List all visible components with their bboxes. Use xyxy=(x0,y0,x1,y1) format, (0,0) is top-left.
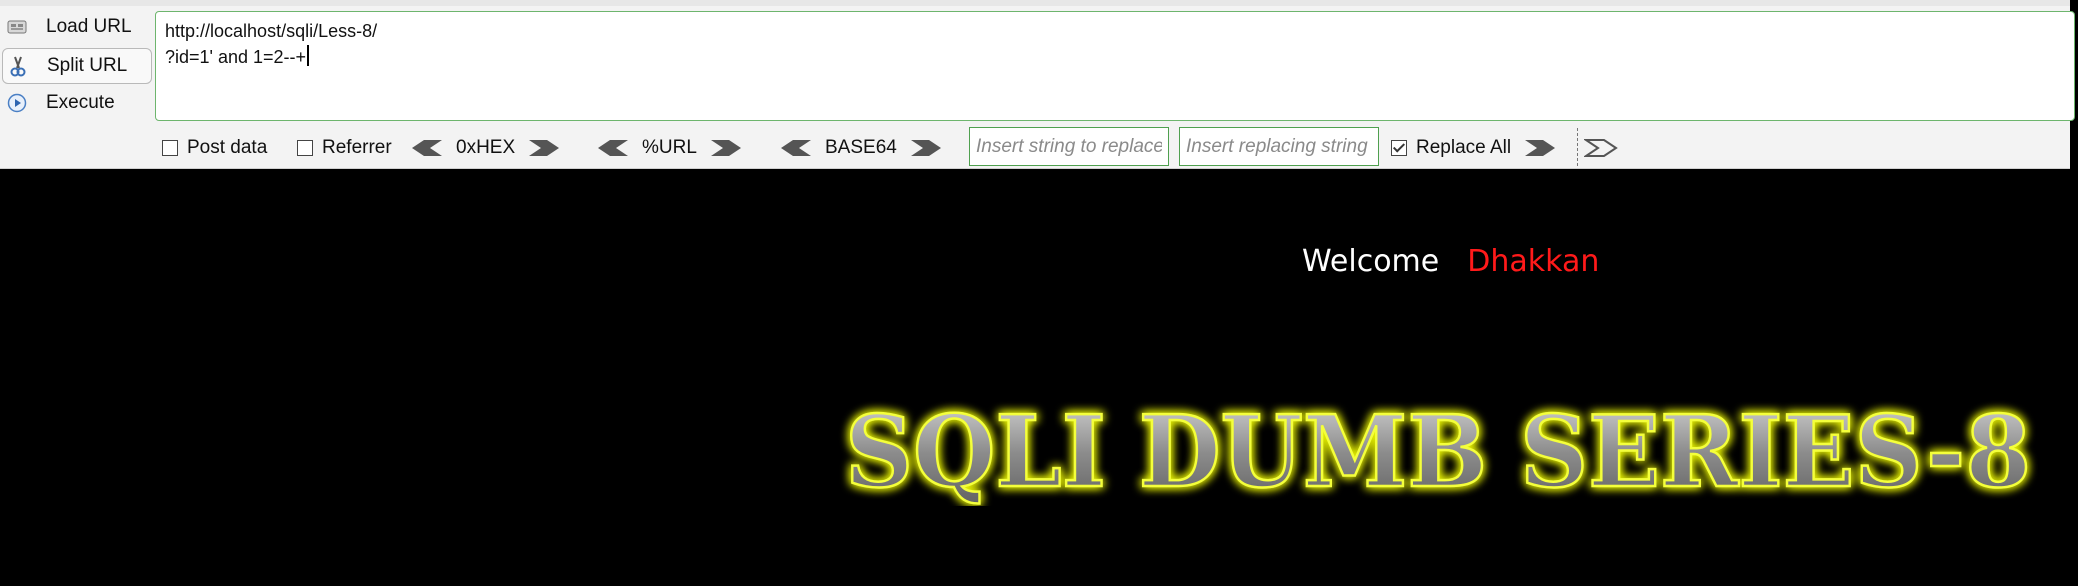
replace-arrow-icon[interactable] xyxy=(1523,137,1557,159)
welcome-text: Welcome xyxy=(1302,244,1440,279)
replace-all-check-box[interactable] xyxy=(1391,140,1407,156)
toolbar-divider xyxy=(1577,128,1578,166)
referrer-checkbox[interactable]: Referrer xyxy=(297,134,392,162)
url-encoder: %URL xyxy=(596,134,743,162)
load-url-icon xyxy=(6,16,28,38)
load-url-button[interactable]: Load URL xyxy=(2,10,150,44)
url-label: %URL xyxy=(642,137,697,158)
hex-label: 0xHEX xyxy=(456,137,516,158)
split-url-button[interactable]: Split URL xyxy=(2,48,152,84)
replace-string-input[interactable] xyxy=(1179,127,1379,166)
extra-arrow-icon[interactable] xyxy=(1584,137,1618,159)
url-encode-arrow-icon[interactable] xyxy=(709,137,743,159)
execute-label: Execute xyxy=(46,92,115,113)
base64-encoder: BASE64 xyxy=(779,134,943,162)
execute-button[interactable]: Execute xyxy=(2,86,150,120)
sqli-series-banner: SQLI DUMB SERIES-8 xyxy=(844,396,2033,506)
find-string-input[interactable] xyxy=(969,127,1169,166)
load-url-label: Load URL xyxy=(46,16,132,37)
post-data-checkbox[interactable]: Post data xyxy=(162,134,267,162)
post-data-check-box[interactable] xyxy=(162,140,178,156)
post-data-label: Post data xyxy=(187,137,268,158)
base64-encode-arrow-icon[interactable] xyxy=(909,137,943,159)
url-decode-arrow-icon[interactable] xyxy=(596,137,630,159)
base64-label: BASE64 xyxy=(825,137,897,158)
replace-all-label: Replace All xyxy=(1416,137,1512,158)
toolbar-top-strip xyxy=(0,0,2070,6)
split-url-label: Split URL xyxy=(47,55,128,76)
hex-encode-arrow-icon[interactable] xyxy=(527,137,561,159)
hex-decode-arrow-icon[interactable] xyxy=(410,137,444,159)
referrer-check-box[interactable] xyxy=(297,140,313,156)
banner-text: SQLI DUMB SERIES-8 xyxy=(845,396,2031,506)
url-line-2: ?id=1' and 1=2--+ xyxy=(165,47,307,67)
replace-all-checkbox[interactable]: Replace All xyxy=(1391,134,1557,162)
text-caret xyxy=(307,45,309,66)
hex-encoder: 0xHEX xyxy=(410,134,561,162)
scissors-icon xyxy=(7,55,29,77)
welcome-message: Welcome Dhakkan xyxy=(1302,244,1599,279)
base64-decode-arrow-icon[interactable] xyxy=(779,137,813,159)
referrer-label: Referrer xyxy=(322,137,392,158)
hackbar-toolbar: Load URL Split URL Execute http://localh… xyxy=(0,0,2075,169)
url-textarea[interactable]: http://localhost/sqli/Less-8/ ?id=1' and… xyxy=(155,11,2075,121)
play-icon xyxy=(6,92,28,114)
user-name: Dhakkan xyxy=(1467,244,1600,279)
url-line-1: http://localhost/sqli/Less-8/ xyxy=(165,21,378,41)
